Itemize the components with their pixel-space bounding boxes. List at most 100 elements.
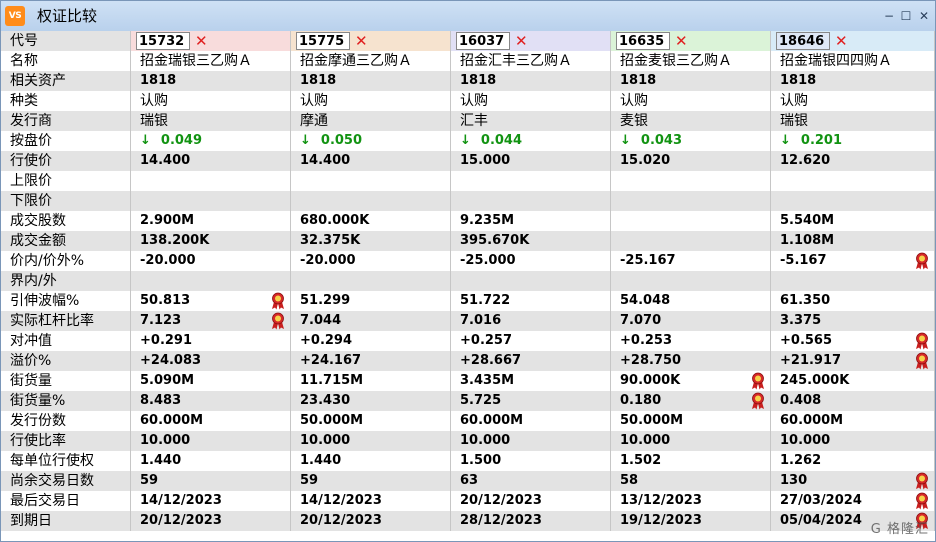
cell-value: 14.400 <box>300 153 351 168</box>
value-cell: 瑞银 <box>771 111 935 131</box>
cell-value: 60.000M <box>780 413 844 428</box>
cell-value: 11.715M <box>300 373 364 388</box>
code-input[interactable] <box>456 32 510 50</box>
cell-value: +28.750 <box>620 353 682 368</box>
value-cell: 15.000 <box>451 151 611 171</box>
value-cell: 20/12/2023 <box>131 511 291 531</box>
remove-column-icon[interactable]: ✕ <box>355 31 368 51</box>
cell-value: 50.000M <box>300 413 364 428</box>
price-value: 0.050 <box>320 133 363 148</box>
cell-value: 认购 <box>780 93 808 109</box>
maximize-icon[interactable]: ☐ <box>898 8 914 24</box>
value-cell: +0.253 <box>611 331 771 351</box>
value-cell <box>611 231 771 251</box>
value-cell: 1.440 <box>291 451 451 471</box>
value-cell: ↓ 0.201 <box>771 131 935 151</box>
cell-value: +0.565 <box>780 333 833 348</box>
value-cell: 招金瑞银三乙购Ａ <box>131 51 291 71</box>
cell-value: 50.000M <box>620 413 684 428</box>
row-label: 种类 <box>1 91 131 111</box>
value-cell: 245.000K <box>771 371 935 391</box>
row-label: 行使比率 <box>1 431 131 451</box>
value-cell: 10.000 <box>131 431 291 451</box>
code-input[interactable] <box>296 32 350 50</box>
value-cell: +21.917 <box>771 351 935 371</box>
value-cell: 5.540M <box>771 211 935 231</box>
value-cell: 50.813 <box>131 291 291 311</box>
value-cell: 0.180 <box>611 391 771 411</box>
value-cell: ↓ 0.049 <box>131 131 291 151</box>
cell-value: 2.900M <box>140 213 195 228</box>
value-cell: -20.000 <box>131 251 291 271</box>
value-cell <box>451 171 611 191</box>
cell-value: 麦银 <box>620 113 648 129</box>
value-cell: 1818 <box>451 71 611 91</box>
row-label: 每单位行使权 <box>1 451 131 471</box>
cell-value: 招金摩通三乙购Ａ <box>300 53 412 69</box>
price-value: 0.049 <box>160 133 203 148</box>
code-input[interactable] <box>776 32 830 50</box>
code-input[interactable] <box>136 32 190 50</box>
cell-value: 0.180 <box>620 393 662 408</box>
value-cell: 7.123 <box>131 311 291 331</box>
cell-value: 认购 <box>460 93 488 109</box>
code-input[interactable] <box>616 32 670 50</box>
code-cell: ✕ <box>131 31 291 51</box>
value-cell: +24.083 <box>131 351 291 371</box>
code-cell: ✕ <box>451 31 611 51</box>
minimize-icon[interactable]: − <box>881 8 897 24</box>
asset-row: 相关资产 1818 1818 1818 1818 1818 <box>1 71 935 91</box>
value-cell: 28/12/2023 <box>451 511 611 531</box>
cell-value: -25.000 <box>460 253 516 268</box>
close-icon[interactable]: ✕ <box>916 8 932 24</box>
value-cell: 54.048 <box>611 291 771 311</box>
comparison-grid: 代号 ✕ ✕ ✕ ✕ ✕ 名称招金瑞银三乙购Ａ招金摩通三乙购Ａ招金汇丰三 <box>1 31 935 531</box>
value-cell: 招金瑞银四四购Ａ <box>771 51 935 71</box>
cell-value: 0.408 <box>780 393 822 408</box>
down-arrow-icon: ↓ <box>300 133 311 148</box>
value-cell: 1818 <box>131 71 291 91</box>
cell-value: 10.000 <box>780 433 831 448</box>
remove-column-icon[interactable]: ✕ <box>675 31 688 51</box>
value-cell: 60.000M <box>771 411 935 431</box>
row-label: 发行商 <box>1 111 131 131</box>
remove-column-icon[interactable]: ✕ <box>835 31 848 51</box>
row-label: 对冲值 <box>1 331 131 351</box>
cell-value: 1.262 <box>780 453 822 468</box>
value-cell: +24.167 <box>291 351 451 371</box>
value-cell: 10.000 <box>771 431 935 451</box>
remove-column-icon[interactable]: ✕ <box>195 31 208 51</box>
cell-value: 5.725 <box>460 393 502 408</box>
cell-value: 14/12/2023 <box>300 493 382 508</box>
value-cell: +28.750 <box>611 351 771 371</box>
cell-value: 5.090M <box>140 373 195 388</box>
value-cell: 20/12/2023 <box>291 511 451 531</box>
value-cell <box>611 191 771 211</box>
remove-column-icon[interactable]: ✕ <box>515 31 528 51</box>
value-cell: ↓ 0.050 <box>291 131 451 151</box>
turnover-row: 成交金额 138.200K 32.375K 395.670K 1.108M <box>1 231 935 251</box>
value-cell <box>611 211 771 231</box>
value-cell: 1818 <box>291 71 451 91</box>
warrant-compare-window: VS 权证比较 − ☐ ✕ 代号 ✕ ✕ ✕ ✕ <box>0 0 936 542</box>
row-label: 街货量 <box>1 371 131 391</box>
row-label: 成交股数 <box>1 211 131 231</box>
ranking-badge-icon <box>916 492 928 510</box>
cell-value: 14/12/2023 <box>140 493 222 508</box>
value-cell: 50.000M <box>291 411 451 431</box>
leverage-row: 实际杠杆比率 7.123 7.044 7.016 7.070 3.375 <box>1 311 935 331</box>
row-label: 最后交易日 <box>1 491 131 511</box>
ranking-badge-icon <box>752 372 764 390</box>
value-cell: 14.400 <box>291 151 451 171</box>
window-title: 权证比较 <box>37 7 98 25</box>
value-cell: 51.299 <box>291 291 451 311</box>
cell-value: 1818 <box>780 73 817 88</box>
value-cell: 14.400 <box>131 151 291 171</box>
cell-value: 60.000M <box>460 413 524 428</box>
cell-value: +24.167 <box>300 353 362 368</box>
ranking-badge-icon <box>752 392 764 410</box>
cell-value: 27/03/2024 <box>780 493 862 508</box>
row-label: 到期日 <box>1 511 131 531</box>
value-cell: 15.020 <box>611 151 771 171</box>
row-label: 价内/价外% <box>1 251 131 271</box>
